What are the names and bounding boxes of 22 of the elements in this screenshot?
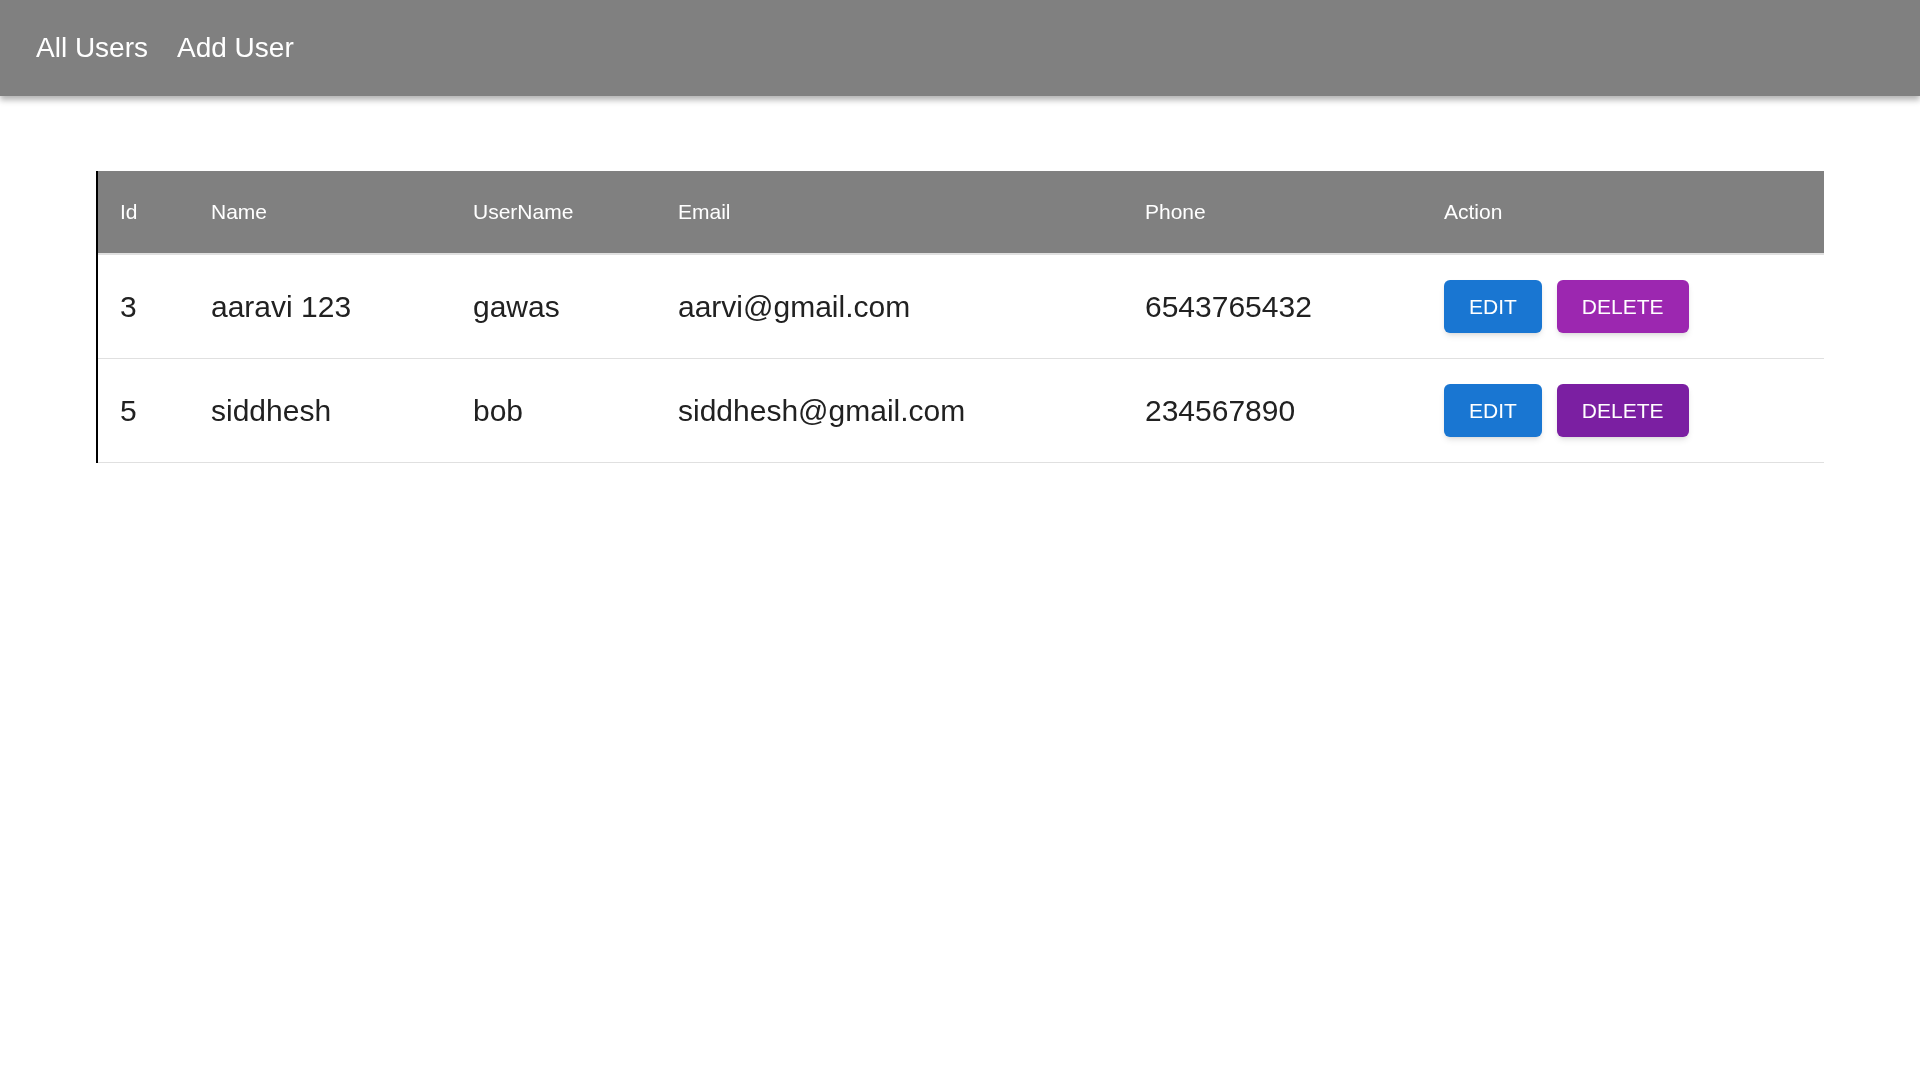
table-cell: 3	[120, 290, 137, 323]
table-cell: siddhesh	[211, 394, 332, 427]
table-cell: 6543765432	[1145, 290, 1312, 323]
edit-button[interactable]: EDIT	[1444, 280, 1542, 333]
column-header: Action	[1444, 200, 1503, 224]
column-header: Name	[211, 200, 268, 224]
column-header: Email	[678, 200, 731, 224]
table-cell: aaravi 123	[211, 290, 352, 323]
delete-button[interactable]: DELETE	[1556, 384, 1689, 437]
table-cell: 234567890	[1145, 394, 1296, 427]
delete-button[interactable]: DELETE	[1556, 280, 1689, 333]
column-header: Phone	[1145, 200, 1206, 224]
table-cell: bob	[473, 394, 524, 427]
nav-link[interactable]: All Users	[36, 27, 148, 69]
table-cell: aarvi@gmail.com	[678, 290, 911, 323]
table-cell: gawas	[473, 290, 560, 323]
table-cell: siddhesh@gmail.com	[678, 394, 966, 427]
nav-link[interactable]: Add User	[177, 27, 294, 69]
column-header: Id	[120, 200, 138, 224]
column-header: UserName	[473, 200, 574, 224]
table-cell: 5	[120, 394, 137, 427]
edit-button[interactable]: EDIT	[1444, 384, 1542, 437]
